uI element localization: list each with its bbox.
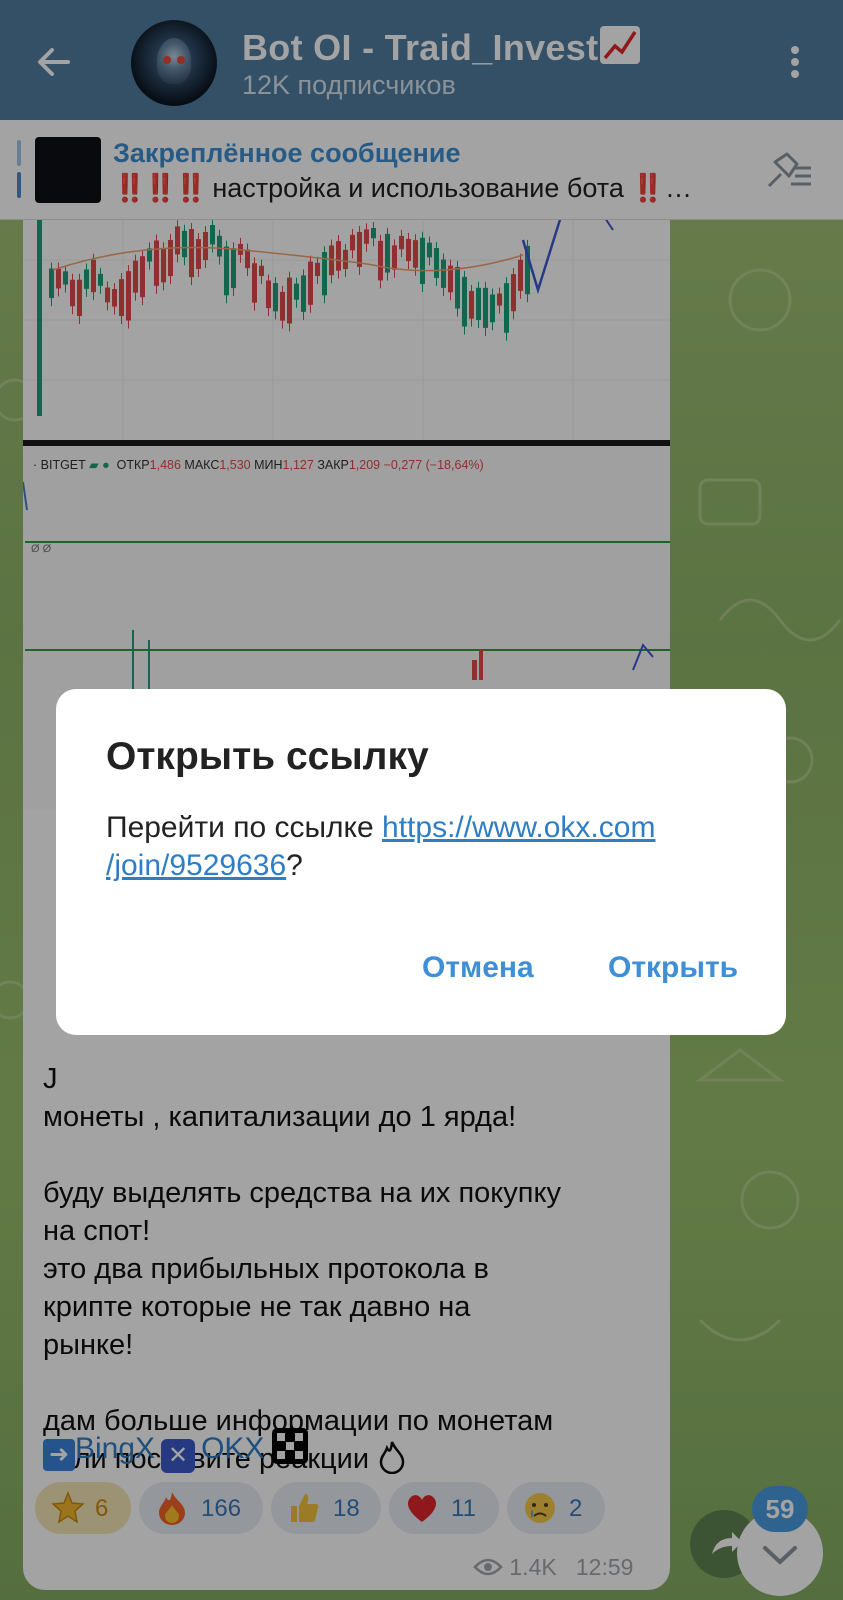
dialog-title: Открыть ссылку	[106, 735, 429, 778]
open-button[interactable]: Открыть	[608, 951, 738, 985]
open-link-dialog: Открыть ссылку Перейти по ссылке https:/…	[56, 689, 786, 1035]
dialog-message: Перейти по ссылке https://www.okx.com/jo…	[106, 811, 656, 882]
cancel-button[interactable]: Отмена	[422, 951, 534, 985]
